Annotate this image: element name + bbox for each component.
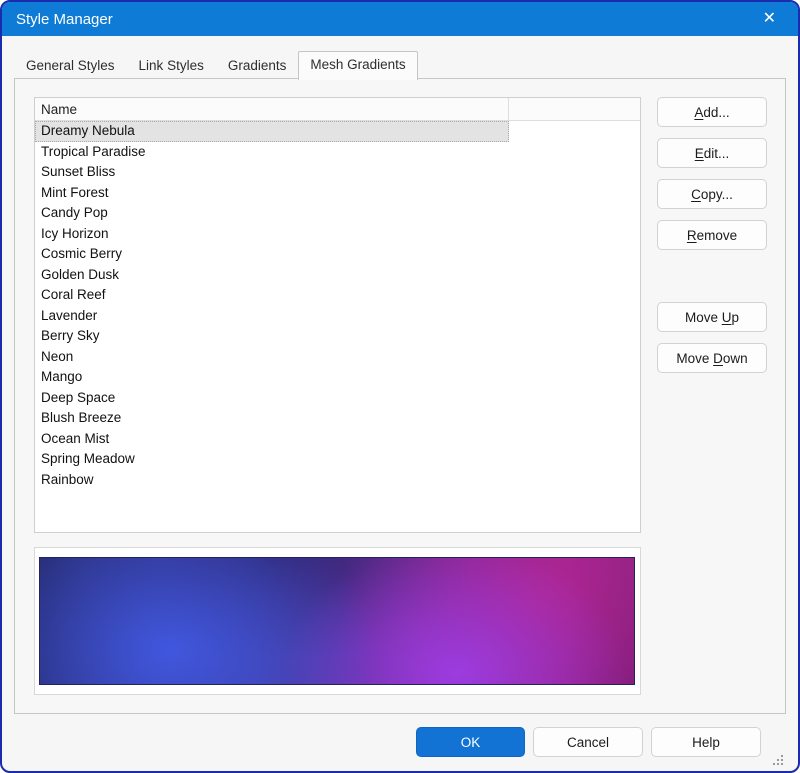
move-down-label-pre: Move: [676, 351, 713, 366]
list-item[interactable]: Candy Pop: [35, 203, 509, 224]
list-item[interactable]: Coral Reef: [35, 285, 509, 306]
add-label-key: A: [694, 105, 703, 120]
titlebar[interactable]: Style Manager ✕: [2, 2, 798, 36]
cancel-button[interactable]: Cancel: [533, 727, 643, 757]
list-item[interactable]: Dreamy Nebula: [35, 121, 509, 142]
tab-general-styles[interactable]: General Styles: [14, 52, 127, 79]
list-item[interactable]: Deep Space: [35, 388, 509, 409]
list-item[interactable]: Rainbow: [35, 470, 509, 491]
add-button[interactable]: Add...: [657, 97, 767, 127]
move-down-button[interactable]: Move Down: [657, 343, 767, 373]
list-item[interactable]: Sunset Bliss: [35, 162, 509, 183]
tab-mesh-gradients[interactable]: Mesh Gradients: [298, 51, 417, 80]
move-down-label-key: D: [713, 351, 723, 366]
list-item[interactable]: Mint Forest: [35, 183, 509, 204]
move-down-label-post: own: [723, 351, 748, 366]
add-label-post: dd...: [703, 105, 729, 120]
tab-content-panel: Name Dreamy NebulaTropical ParadiseSunse…: [14, 78, 786, 714]
style-list-rows: Dreamy NebulaTropical ParadiseSunset Bli…: [35, 121, 640, 490]
edit-button[interactable]: Edit...: [657, 138, 767, 168]
list-item[interactable]: Cosmic Berry: [35, 244, 509, 265]
list-item[interactable]: Ocean Mist: [35, 429, 509, 450]
list-item[interactable]: Icy Horizon: [35, 224, 509, 245]
list-item[interactable]: Golden Dusk: [35, 265, 509, 286]
list-column-header[interactable]: Name: [35, 98, 640, 121]
window-title: Style Manager: [16, 11, 113, 28]
gradient-list[interactable]: Name Dreamy NebulaTropical ParadiseSunse…: [34, 97, 641, 533]
resize-grip-icon[interactable]: [771, 753, 784, 766]
list-item[interactable]: Mango: [35, 367, 509, 388]
close-icon[interactable]: ✕: [755, 9, 784, 29]
gradient-preview-frame: [34, 547, 641, 695]
remove-label-key: R: [687, 228, 697, 243]
move-up-label-key: U: [722, 310, 732, 325]
list-item[interactable]: Spring Meadow: [35, 449, 509, 470]
ok-button[interactable]: OK: [416, 727, 525, 757]
tab-gradients[interactable]: Gradients: [216, 52, 299, 79]
move-up-label-post: p: [732, 310, 740, 325]
column-separator[interactable]: [508, 98, 509, 120]
copy-label-key: C: [691, 187, 701, 202]
remove-label-post: emove: [697, 228, 738, 243]
list-item[interactable]: Berry Sky: [35, 326, 509, 347]
tab-bar: General Styles Link Styles Gradients Mes…: [14, 52, 418, 79]
help-button[interactable]: Help: [651, 727, 761, 757]
list-item[interactable]: Neon: [35, 347, 509, 368]
edit-label-post: dit...: [704, 146, 730, 161]
move-up-button[interactable]: Move Up: [657, 302, 767, 332]
style-manager-dialog: Style Manager ✕ General Styles Link Styl…: [0, 0, 800, 773]
copy-label-post: opy...: [701, 187, 733, 202]
copy-button[interactable]: Copy...: [657, 179, 767, 209]
list-item[interactable]: Lavender: [35, 306, 509, 327]
remove-button[interactable]: Remove: [657, 220, 767, 250]
move-up-label-pre: Move: [685, 310, 722, 325]
list-item[interactable]: Blush Breeze: [35, 408, 509, 429]
tab-link-styles[interactable]: Link Styles: [127, 52, 216, 79]
edit-label-key: E: [695, 146, 704, 161]
list-item[interactable]: Tropical Paradise: [35, 142, 509, 163]
mesh-gradient-preview: [39, 557, 635, 685]
column-header-name: Name: [41, 102, 77, 117]
